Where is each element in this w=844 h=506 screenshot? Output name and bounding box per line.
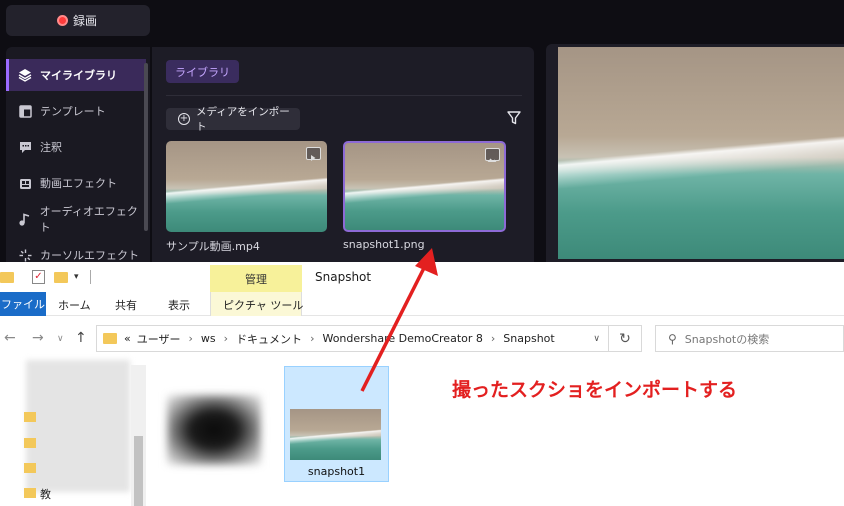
media-name-video: サンプル動画.mp4: [166, 240, 260, 253]
media-thumbnail-video[interactable]: [166, 141, 327, 232]
tab-share[interactable]: 共有: [115, 297, 137, 313]
record-label: 録画: [73, 14, 98, 28]
panel-divider: [166, 95, 522, 96]
folder-icon: [103, 333, 117, 344]
address-bar[interactable]: « ユーザー › ws › ドキュメント › Wondershare DemoC…: [96, 325, 609, 352]
tab-file[interactable]: ファイル: [0, 292, 46, 316]
import-media-label: メディアをインポート: [195, 106, 290, 133]
blurred-file-thumbnail[interactable]: [167, 395, 261, 465]
chevron-right-icon[interactable]: ›: [310, 332, 314, 345]
back-arrow-icon[interactable]: ←: [4, 330, 16, 346]
file-name: snapshot1: [307, 465, 366, 478]
layers-icon: [18, 68, 32, 82]
template-icon: [18, 104, 32, 118]
scrollbar-thumb[interactable]: [134, 436, 143, 506]
breadcrumb-democreator[interactable]: Wondershare DemoCreator 8: [322, 332, 482, 345]
tab-library[interactable]: ライブラリ: [166, 60, 239, 83]
sidebar-item-annotations[interactable]: 注釈: [6, 131, 146, 163]
breadcrumb-snapshot[interactable]: Snapshot: [503, 332, 554, 345]
nav-item-partial[interactable]: 教: [40, 486, 51, 502]
folder-icon[interactable]: [24, 412, 36, 422]
toolbar-separator: [90, 270, 91, 284]
breadcrumb-users[interactable]: ユーザー: [137, 331, 181, 347]
editor-sidebar: マイライブラリ テンプレート 注釈 動画エフェクト オーディオエフェクト カーソ…: [6, 47, 150, 267]
search-icon: ⚲: [668, 331, 677, 346]
import-media-button[interactable]: + メディアをインポート: [166, 106, 300, 133]
folder-icon[interactable]: [0, 272, 14, 283]
breadcrumb-ws[interactable]: ws: [201, 332, 216, 345]
video-play-icon: [306, 147, 321, 161]
sidebar-item-label: オーディオエフェクト: [39, 205, 138, 234]
quick-access-toolbar: [0, 262, 844, 292]
media-thumbnail-image[interactable]: [343, 141, 506, 232]
tab-picture-tools[interactable]: ピクチャ ツール: [223, 297, 303, 313]
forward-arrow-icon[interactable]: →: [32, 330, 44, 346]
refresh-button[interactable]: ↻: [609, 325, 642, 352]
folder-icon[interactable]: [24, 488, 36, 498]
chevron-right-icon[interactable]: ›: [224, 332, 228, 345]
video-effect-icon: [18, 176, 32, 190]
image-icon: [485, 148, 500, 162]
record-dot-icon: [57, 15, 68, 26]
preview-image: [558, 47, 844, 259]
customize-toolbar-icon[interactable]: ▾: [74, 272, 79, 282]
blurred-navigation-items: [26, 360, 130, 492]
record-button[interactable]: 録画: [6, 5, 150, 36]
window-title: Snapshot: [315, 270, 372, 284]
sidebar-item-audio-effects[interactable]: オーディオエフェクト: [6, 203, 146, 235]
tab-home[interactable]: ホーム: [58, 297, 91, 313]
cursor-effect-icon: [18, 248, 32, 262]
plus-circle-icon: +: [178, 113, 190, 125]
breadcrumb-overflow[interactable]: «: [124, 332, 131, 345]
chevron-down-icon[interactable]: ∨: [593, 334, 600, 344]
panel-gap: [534, 47, 546, 267]
properties-check-icon[interactable]: ✓: [32, 270, 45, 284]
refresh-icon: ↻: [619, 330, 631, 347]
chevron-right-icon[interactable]: ›: [491, 332, 495, 345]
folder-icon[interactable]: [24, 463, 36, 473]
folder-icon[interactable]: [24, 438, 36, 448]
file-thumbnail: [290, 409, 381, 460]
sidebar-item-video-effects[interactable]: 動画エフェクト: [6, 167, 146, 199]
sidebar-item-templates[interactable]: テンプレート: [6, 95, 146, 127]
annotation-text: 撮ったスクショをインポートする: [452, 379, 738, 401]
recent-locations-icon[interactable]: ∨: [57, 334, 64, 344]
audio-effect-icon: [18, 212, 32, 226]
sidebar-item-label: 動画エフェクト: [40, 177, 117, 190]
tab-manage[interactable]: 管理: [210, 265, 302, 292]
new-folder-icon[interactable]: [54, 272, 68, 283]
filter-icon[interactable]: [506, 110, 522, 126]
sidebar-item-label: カーソルエフェクト: [40, 249, 139, 262]
search-input[interactable]: ⚲ Snapshotの検索: [655, 325, 844, 352]
sidebar-item-label: マイライブラリ: [40, 69, 117, 82]
search-placeholder: Snapshotの検索: [684, 332, 770, 346]
up-arrow-icon[interactable]: ↑: [75, 330, 87, 346]
annotation-icon: [18, 140, 32, 154]
sidebar-scrollbar[interactable]: [144, 63, 148, 231]
media-name-image: snapshot1.png: [343, 238, 425, 251]
breadcrumb-documents[interactable]: ドキュメント: [236, 331, 302, 347]
sidebar-item-label: テンプレート: [40, 105, 106, 118]
sidebar-item-label: 注釈: [40, 141, 62, 154]
tab-view[interactable]: 表示: [168, 297, 190, 313]
sidebar-item-my-library[interactable]: マイライブラリ: [6, 59, 146, 91]
chevron-right-icon[interactable]: ›: [189, 332, 193, 345]
